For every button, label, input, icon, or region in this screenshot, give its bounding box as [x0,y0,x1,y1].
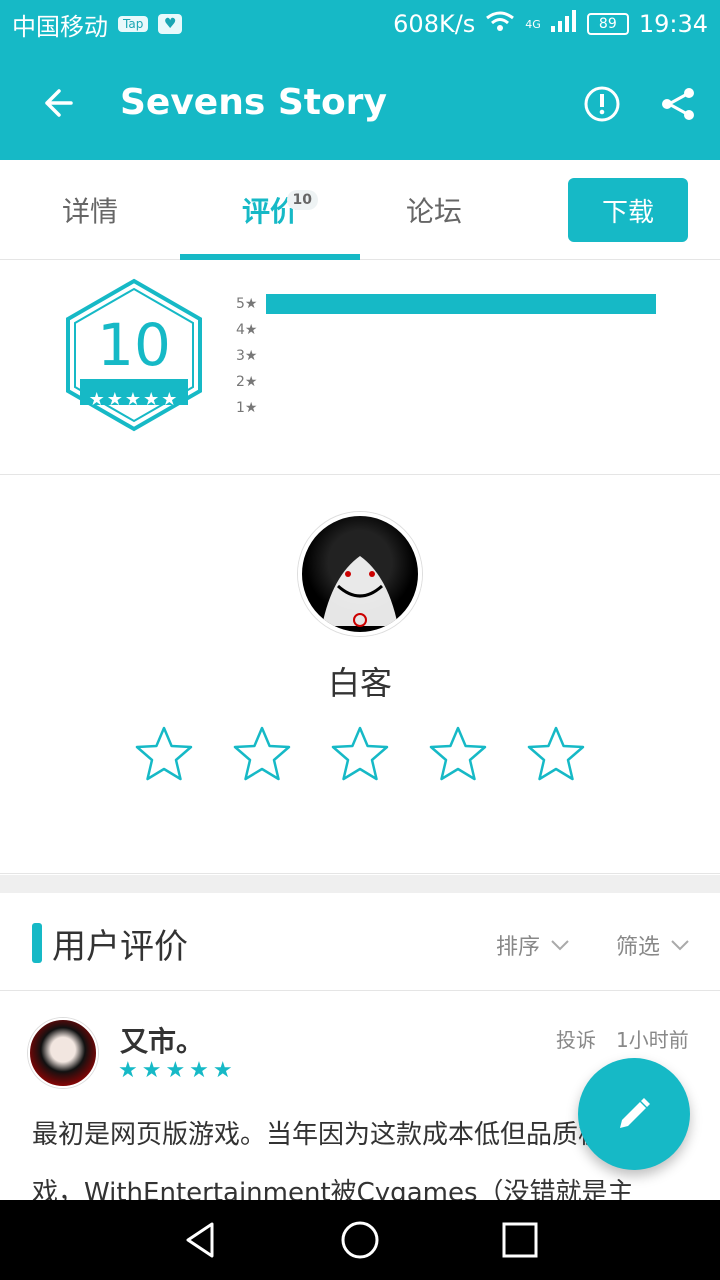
clock: 19:34 [638,10,708,38]
back-button[interactable] [32,78,82,128]
pencil-icon [620,1098,650,1128]
review-time: 1小时前 [616,1028,689,1052]
page-title: Sevens Story [120,82,387,123]
average-score: 10 [97,311,171,379]
user-avatar[interactable] [298,512,422,636]
health-icon: ♥ [158,14,183,34]
alert-icon [584,86,620,122]
rate-star-5-icon[interactable] [526,724,586,784]
nav-home-icon[interactable] [338,1218,382,1262]
chevron-down-icon [671,940,689,951]
signal-icon [550,10,577,38]
battery-indicator: 89 [586,13,629,35]
app-bar: Sevens Story [0,48,720,160]
rating-distribution: 5★ 4★ 3★ 2★ 1★ [236,291,656,421]
rate-star-3-icon[interactable] [330,724,390,784]
reviews-header: 用户评价 排序 筛选 [0,893,720,991]
system-nav-bar [0,1200,720,1280]
rating-row-2: 2★ [236,374,258,390]
wifi-icon [485,10,515,38]
score-hexagon: 10 ★★★★★ [62,277,206,433]
section-divider [0,875,720,893]
share-button[interactable] [652,78,704,130]
rating-row-3: 3★ [236,348,258,364]
arrow-left-icon [45,89,73,117]
rating-row-5: 5★ [236,291,656,317]
download-button[interactable]: 下载 [568,178,688,242]
review-count-badge: 10 [286,190,318,210]
nav-recents-icon[interactable] [498,1218,542,1262]
carrier-label: 中国移动 [12,12,108,41]
reviewer-name[interactable]: 又市。 [120,1020,204,1060]
report-button[interactable] [576,78,628,130]
my-rating-section: 白客 [0,476,720,874]
score-stars: ★★★★★ [88,389,180,410]
review-stars: ★★★★★ [118,1058,237,1083]
sort-dropdown[interactable]: 排序 [496,929,570,961]
rating-summary: 10 ★★★★★ 5★ 4★ 3★ 2★ 1★ [0,261,720,475]
reviews-title: 用户评价 [52,927,188,967]
rate-star-2-icon[interactable] [232,724,292,784]
chevron-down-icon [551,940,569,951]
share-icon [662,88,694,120]
reviewer-avatar[interactable] [28,1018,98,1088]
username: 白客 [327,664,392,702]
network-speed: 608K/s [393,10,476,38]
rating-row-4: 4★ [236,322,258,338]
tap-badge: Tap [118,16,149,32]
nav-back-icon[interactable] [178,1218,222,1262]
tab-forum[interactable]: 论坛 [344,160,524,260]
rating-row-1: 1★ [236,400,258,416]
tab-details[interactable]: 详情 [0,160,180,260]
rate-star-1-icon[interactable] [134,724,194,784]
rating-bar-5 [266,294,656,314]
rate-star-4-icon[interactable] [428,724,488,784]
status-bar: 中国移动 Tap ♥ 608K/s 4G 89 19:34 [0,0,720,48]
filter-dropdown[interactable]: 筛选 [616,929,690,961]
section-accent [32,923,42,963]
write-review-button[interactable] [578,1058,690,1170]
star-rating-input [134,724,586,784]
report-link[interactable]: 投诉 [556,1024,596,1053]
network-type: 4G [525,17,541,31]
tab-reviews[interactable]: 评价 10 [180,160,360,260]
